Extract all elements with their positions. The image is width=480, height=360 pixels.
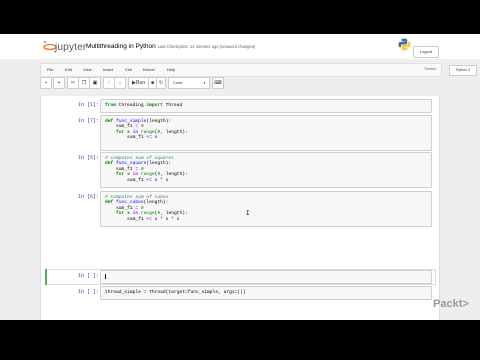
move-down-button[interactable]: ↓ xyxy=(114,77,126,89)
mouse-ibeam-cursor-icon: I xyxy=(246,210,250,217)
code-text[interactable]: def func_simple(length): sum_f1 = 0 for … xyxy=(105,119,188,141)
jupyter-logo-text: jupyter xyxy=(55,42,87,53)
paste-icon: ▣ xyxy=(92,80,98,86)
arrow-down-icon: ↓ xyxy=(118,80,122,86)
code-cell-1[interactable]: In [1]: from threading import Thread xyxy=(45,98,436,114)
menu-edit[interactable]: Edit xyxy=(65,67,72,72)
code-cell-5[interactable]: In [ ]: ​ xyxy=(45,269,436,285)
run-label: Run xyxy=(135,80,146,86)
cell-prompt: In [1]: xyxy=(77,102,99,108)
code-editor[interactable]: # computes sum of cubes def func_cubes(l… xyxy=(100,191,432,227)
save-button[interactable]: ▪ xyxy=(40,77,52,89)
menu-insert[interactable]: Insert xyxy=(103,67,113,72)
jupyter-window: jupyter Multithreading in Python Last Ch… xyxy=(0,34,480,320)
toolbar: ▪ + ✂ ❐ ▣ ↑ ↓ ▶Run ■ ↻ Code ▼ ⌨ xyxy=(40,77,440,89)
cell-prompt: In [5]: xyxy=(77,155,99,161)
code-cell-2[interactable]: In [7]: def func_simple(length): sum_f1 … xyxy=(45,114,436,152)
cell-type-select[interactable]: Code ▼ xyxy=(168,77,210,89)
run-button[interactable]: ▶Run xyxy=(128,77,149,89)
menu-kernel[interactable]: Kernel xyxy=(143,67,155,72)
cell-prompt: In [ ]: xyxy=(77,273,99,279)
menu-view[interactable]: View xyxy=(83,67,92,72)
stop-icon: ■ xyxy=(150,80,155,86)
command-palette-button[interactable]: ⌨ xyxy=(212,77,224,89)
cell-prompt: In [6]: xyxy=(77,194,99,200)
notebook-container: In [1]: from threading import Thread In … xyxy=(40,96,440,320)
code-editor[interactable]: def func_simple(length): sum_f1 = 0 for … xyxy=(100,115,432,151)
chevron-down-icon: ▼ xyxy=(203,81,206,85)
save-icon: ▪ xyxy=(45,80,47,86)
code-text[interactable]: thread_simple = Thread(target=func_simpl… xyxy=(105,290,246,295)
code-editor[interactable]: from threading import Thread xyxy=(100,99,432,113)
notebook-title-area[interactable]: Multithreading in Python Last Checkpoint… xyxy=(86,43,255,50)
python-logo-icon xyxy=(398,38,411,51)
code-text[interactable]: # computes sum of cubes def func_cubes(l… xyxy=(105,195,188,222)
code-text[interactable]: ​ xyxy=(105,274,106,279)
keyboard-icon: ⌨ xyxy=(214,80,222,86)
logout-button[interactable]: Logout xyxy=(413,46,439,58)
checkpoint-status: Last Checkpoint: 14 minutes ago (unsaved… xyxy=(157,44,256,49)
scissors-icon: ✂ xyxy=(70,80,76,86)
code-editor[interactable]: ​ xyxy=(100,270,432,284)
menu-file[interactable]: File xyxy=(47,67,53,72)
code-cell-3[interactable]: In [5]: # computes sum of squares def fu… xyxy=(45,151,436,189)
notebook-title[interactable]: Multithreading in Python xyxy=(86,43,156,50)
restart-button[interactable]: ↻ xyxy=(156,77,166,89)
arrow-up-icon: ↑ xyxy=(107,80,111,86)
code-text[interactable]: # computes sum of squares def func_squar… xyxy=(105,156,188,183)
refresh-icon: ↻ xyxy=(158,80,164,86)
plus-icon: + xyxy=(57,80,61,86)
header: jupyter Multithreading in Python Last Ch… xyxy=(0,34,480,59)
cell-prompt: In [ ]: xyxy=(77,289,99,295)
text-cursor: ​ xyxy=(105,274,106,279)
menu-cell[interactable]: Cell xyxy=(125,67,132,72)
code-cell-6[interactable]: In [ ]: thread_simple = Thread(target=fu… xyxy=(45,285,436,301)
menu-help[interactable]: Help xyxy=(167,67,175,72)
code-cell-4[interactable]: In [6]: # computes sum of cubes def func… xyxy=(45,190,436,228)
code-text[interactable]: from threading import Thread xyxy=(105,103,182,108)
cell-prompt: In [7]: xyxy=(77,118,99,124)
paste-button[interactable]: ▣ xyxy=(89,77,101,89)
code-editor[interactable]: # computes sum of squares def func_squar… xyxy=(100,152,432,188)
code-editor[interactable]: thread_simple = Thread(target=func_simpl… xyxy=(100,286,432,300)
selected-cell-indicator xyxy=(45,269,47,285)
trusted-indicator[interactable]: Trusted xyxy=(424,67,436,71)
insert-cell-button[interactable]: + xyxy=(53,77,65,89)
cell-type-value: Code xyxy=(173,80,183,85)
kernel-indicator[interactable]: Python 3 xyxy=(449,65,477,76)
menu-bar: File Edit View Insert Cell Kernel Help T… xyxy=(40,63,477,77)
packt-watermark: Packt> xyxy=(433,298,469,310)
copy-icon: ❐ xyxy=(81,80,87,86)
